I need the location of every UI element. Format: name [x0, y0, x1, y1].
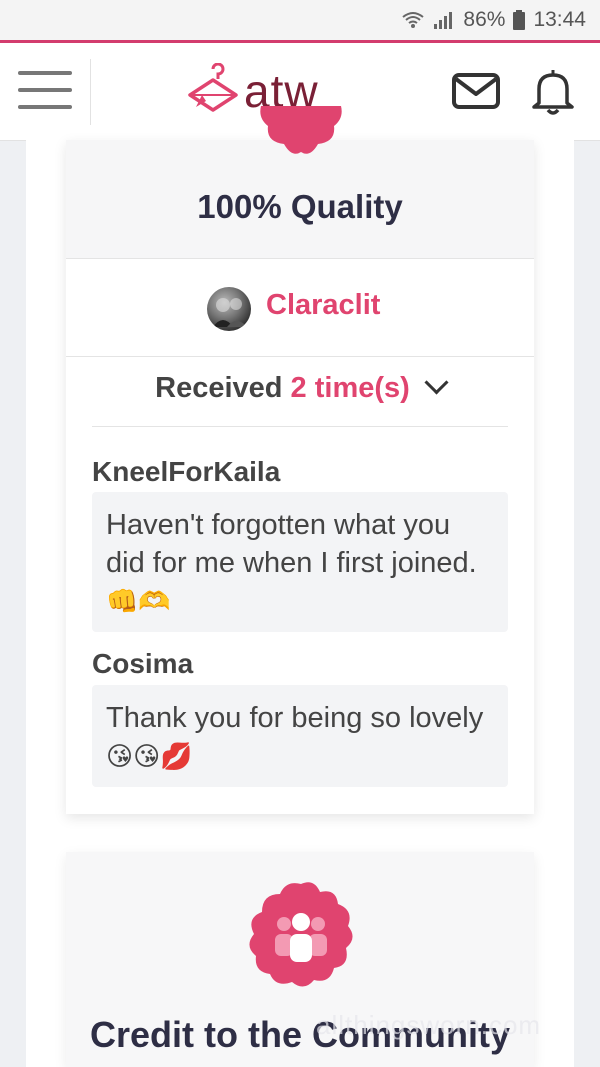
clock: 13:44 — [533, 8, 586, 31]
comment-body: Thank you for being so lovely — [106, 702, 484, 734]
hamburger-menu-button[interactable] — [18, 71, 72, 111]
avatar[interactable] — [207, 287, 251, 331]
menu-line — [18, 71, 72, 75]
notifications-button[interactable] — [530, 67, 576, 115]
messages-button[interactable] — [452, 73, 500, 109]
status-bar: 86% 13:44 — [0, 0, 600, 40]
header-divider — [90, 59, 91, 125]
giver-username-link[interactable]: Claraclit — [266, 289, 380, 322]
award-badge-icon — [260, 106, 342, 154]
received-toggle[interactable]: Received 2 time(s) — [66, 370, 534, 405]
signal-icon — [434, 12, 453, 29]
menu-line — [18, 88, 72, 92]
received-label: Received — [155, 372, 283, 404]
comment-text: Haven't forgotten what you did for me wh… — [92, 492, 508, 632]
wifi-icon — [402, 12, 425, 28]
community-badge-icon — [249, 882, 353, 987]
comment-emoji: 👊🫶 — [106, 587, 171, 617]
award-title: 100% Quality — [197, 188, 403, 225]
mail-icon — [452, 73, 500, 109]
status-right: 86% 13:44 — [401, 6, 586, 34]
chevron-down-icon — [424, 370, 449, 395]
comment-author[interactable]: Cosima — [92, 648, 193, 680]
menu-line — [18, 105, 72, 109]
comment-author[interactable]: KneelForKaila — [92, 456, 280, 488]
comment-text: Thank you for being so lovely 😘😘💋 — [92, 685, 508, 787]
bell-icon — [532, 70, 574, 115]
comment-body: Haven't forgotten what you did for me wh… — [106, 509, 477, 579]
battery-icon — [513, 10, 526, 30]
award-card-header: 100% Quality — [66, 106, 534, 259]
comment-emoji: 😘😘💋 — [106, 742, 193, 772]
award-card: 100% Quality Claraclit Received 2 time(s… — [66, 106, 534, 814]
avatar-photo — [213, 298, 247, 327]
battery-percent: 86% — [463, 8, 506, 31]
received-count: 2 time(s) — [290, 372, 410, 404]
award-giver-row: Claraclit — [66, 259, 534, 357]
watermark: allthingsworn.com — [316, 1010, 542, 1040]
hanger-icon — [188, 63, 238, 112]
divider — [92, 426, 508, 427]
